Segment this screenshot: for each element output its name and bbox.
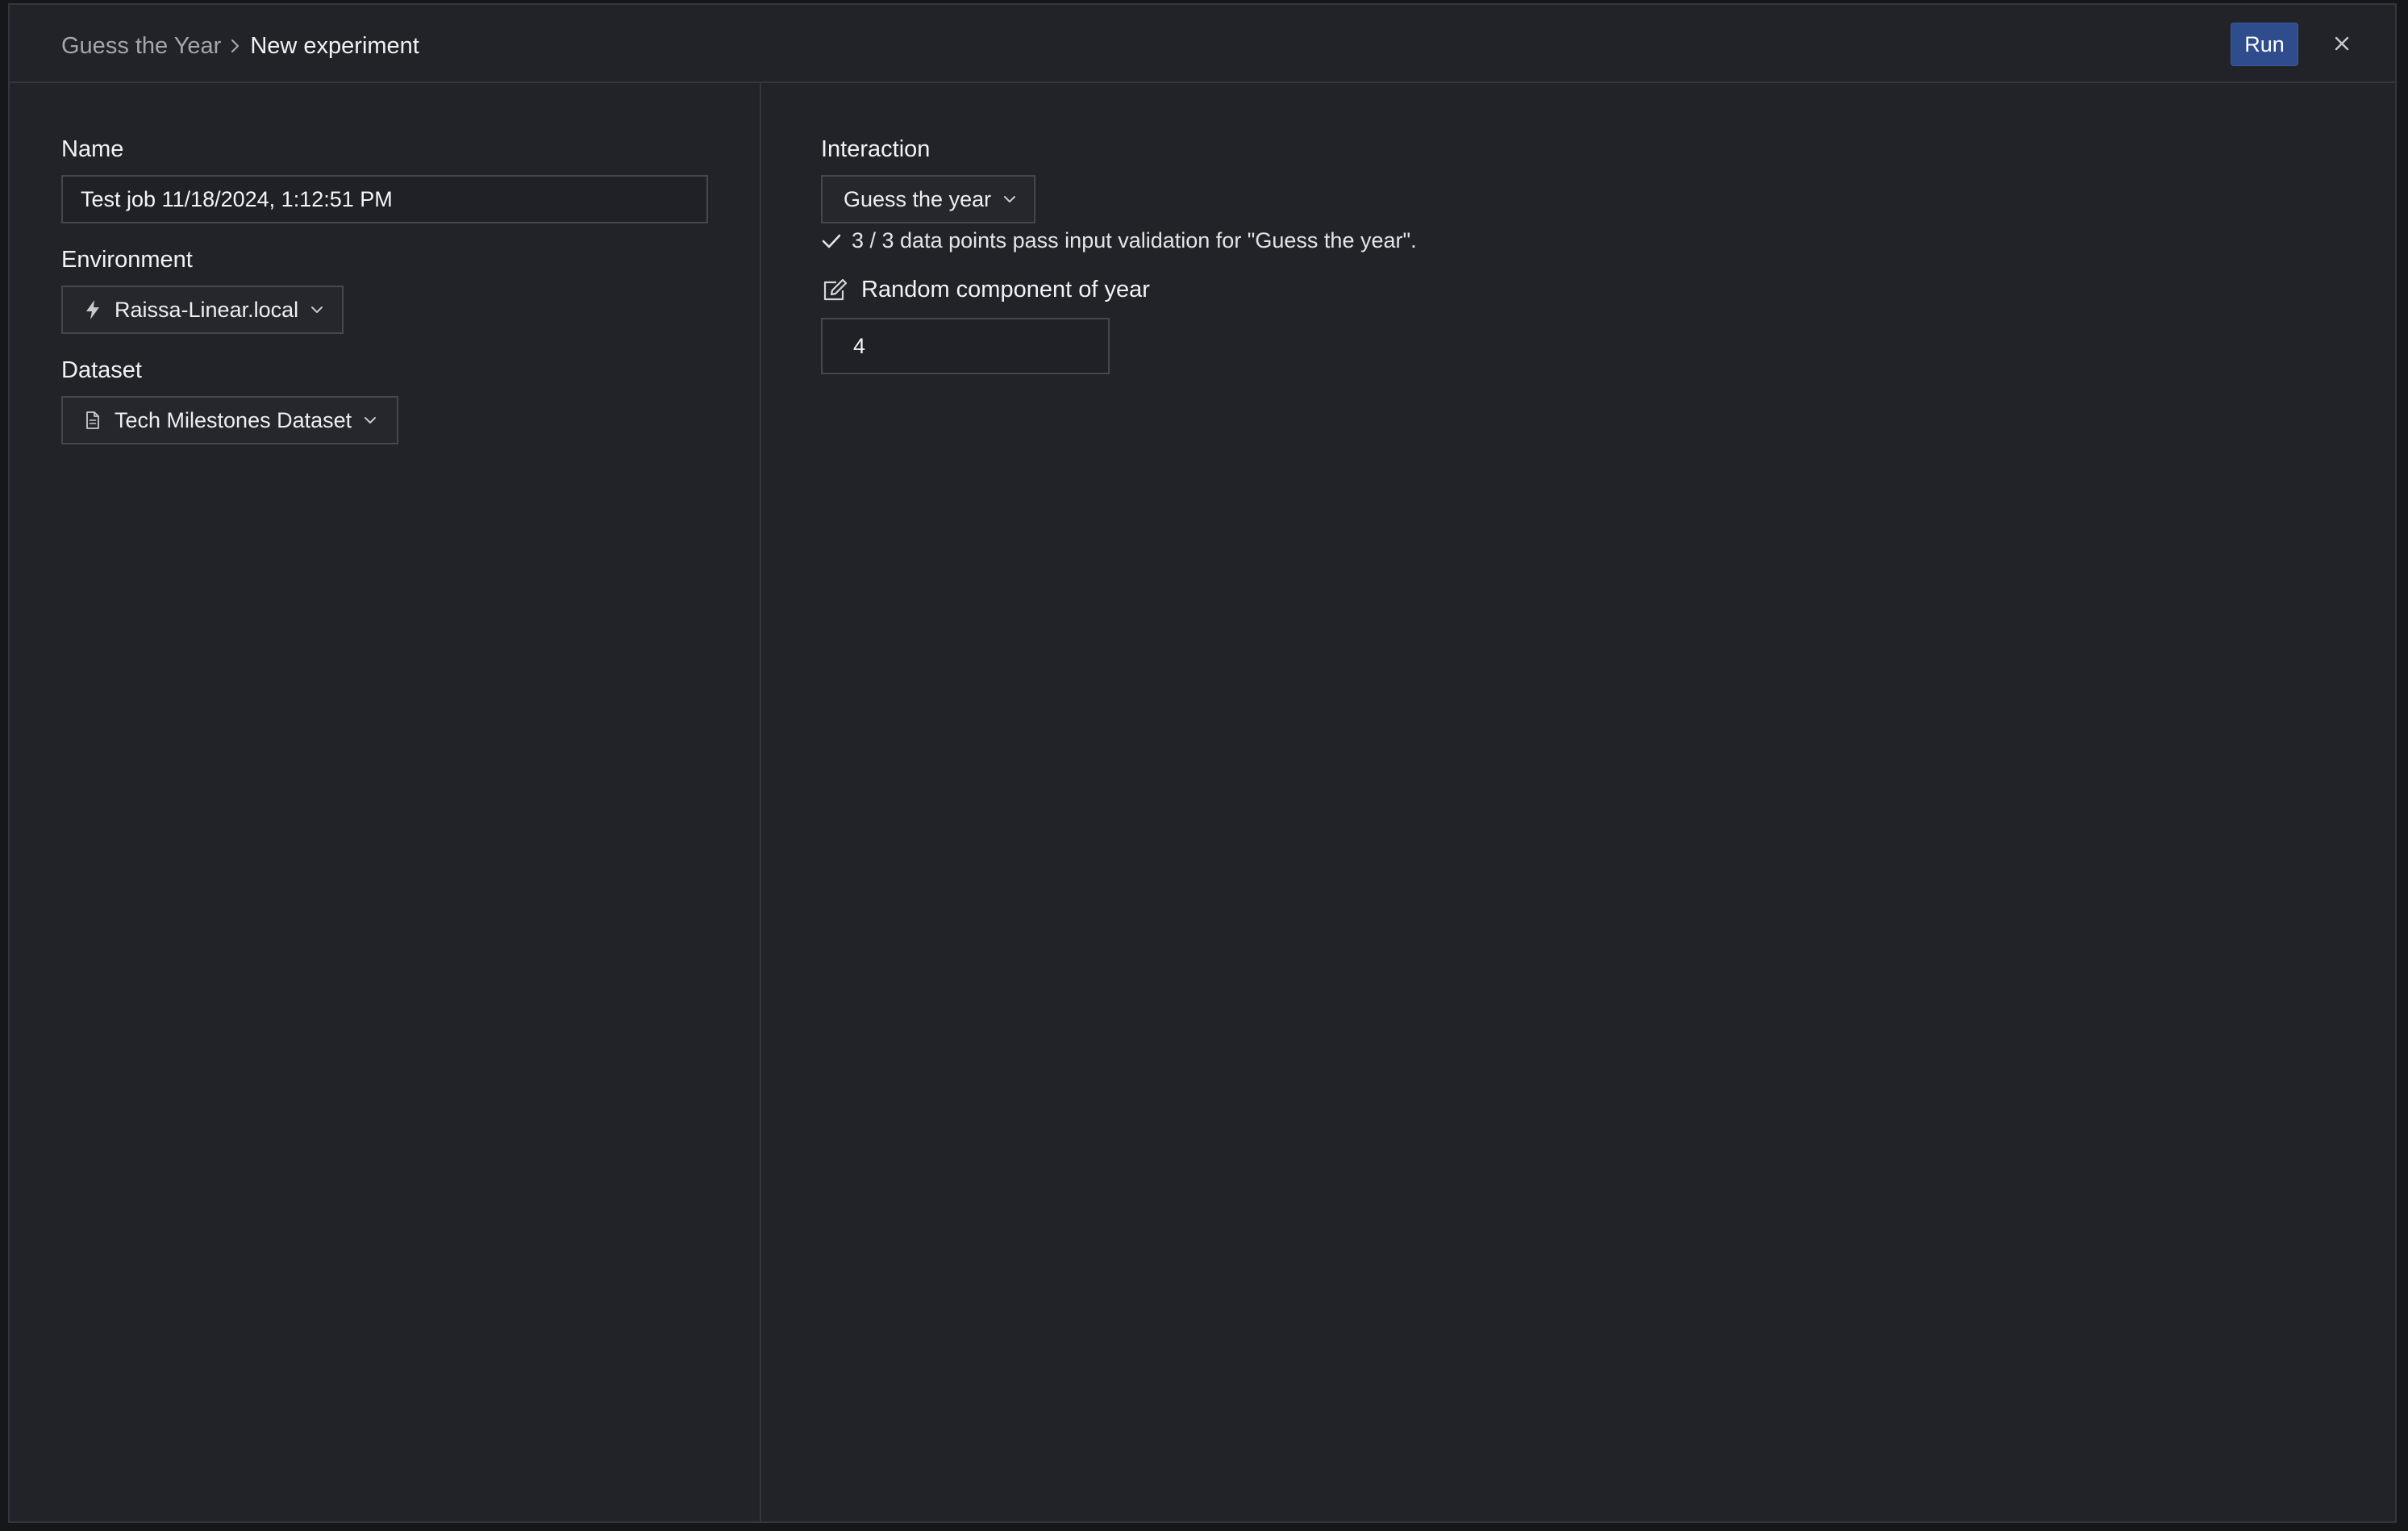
check-icon	[821, 231, 842, 252]
validation-message: 3 / 3 data points pass input validation …	[852, 228, 1417, 252]
dialog-header: Guess the Year New experiment Run	[10, 5, 2395, 83]
lightning-icon	[82, 299, 103, 320]
chevron-down-icon	[1002, 192, 1017, 206]
interaction-select[interactable]: Guess the year	[821, 175, 1035, 223]
run-button[interactable]: Run	[2231, 23, 2298, 66]
parameter-header: Random component of year	[821, 275, 1150, 304]
environment-label: Environment	[61, 247, 193, 273]
interaction-label: Interaction	[821, 136, 931, 162]
parameter-label: Random component of year	[861, 277, 1150, 302]
name-input[interactable]	[61, 175, 708, 223]
dataset-select[interactable]: Tech Milestones Dataset	[61, 396, 398, 444]
experiment-config-panel: Name Environment Raissa-Linear.local Dat…	[10, 83, 761, 1521]
close-icon[interactable]	[2329, 31, 2355, 56]
breadcrumb: Guess the Year New experiment	[61, 30, 419, 62]
document-icon	[82, 410, 103, 431]
chevron-right-icon	[221, 30, 250, 62]
random-component-input[interactable]	[821, 318, 1110, 374]
environment-select[interactable]: Raissa-Linear.local	[61, 286, 344, 334]
validation-status: 3 / 3 data points pass input validation …	[821, 228, 1417, 253]
environment-value: Raissa-Linear.local	[115, 297, 299, 322]
dataset-value: Tech Milestones Dataset	[115, 407, 352, 432]
name-label: Name	[61, 136, 124, 162]
edit-icon	[821, 276, 850, 303]
interaction-panel: Interaction Guess the year 3 / 3 data po…	[761, 83, 2395, 1521]
new-experiment-dialog: Guess the Year New experiment Run Name E…	[8, 3, 2397, 1523]
breadcrumb-current: New experiment	[250, 33, 419, 59]
interaction-value: Guess the year	[844, 186, 992, 211]
chevron-down-icon	[310, 302, 324, 317]
dataset-label: Dataset	[61, 357, 142, 383]
breadcrumb-parent-link[interactable]: Guess the Year	[61, 30, 221, 62]
chevron-down-icon	[363, 413, 377, 428]
